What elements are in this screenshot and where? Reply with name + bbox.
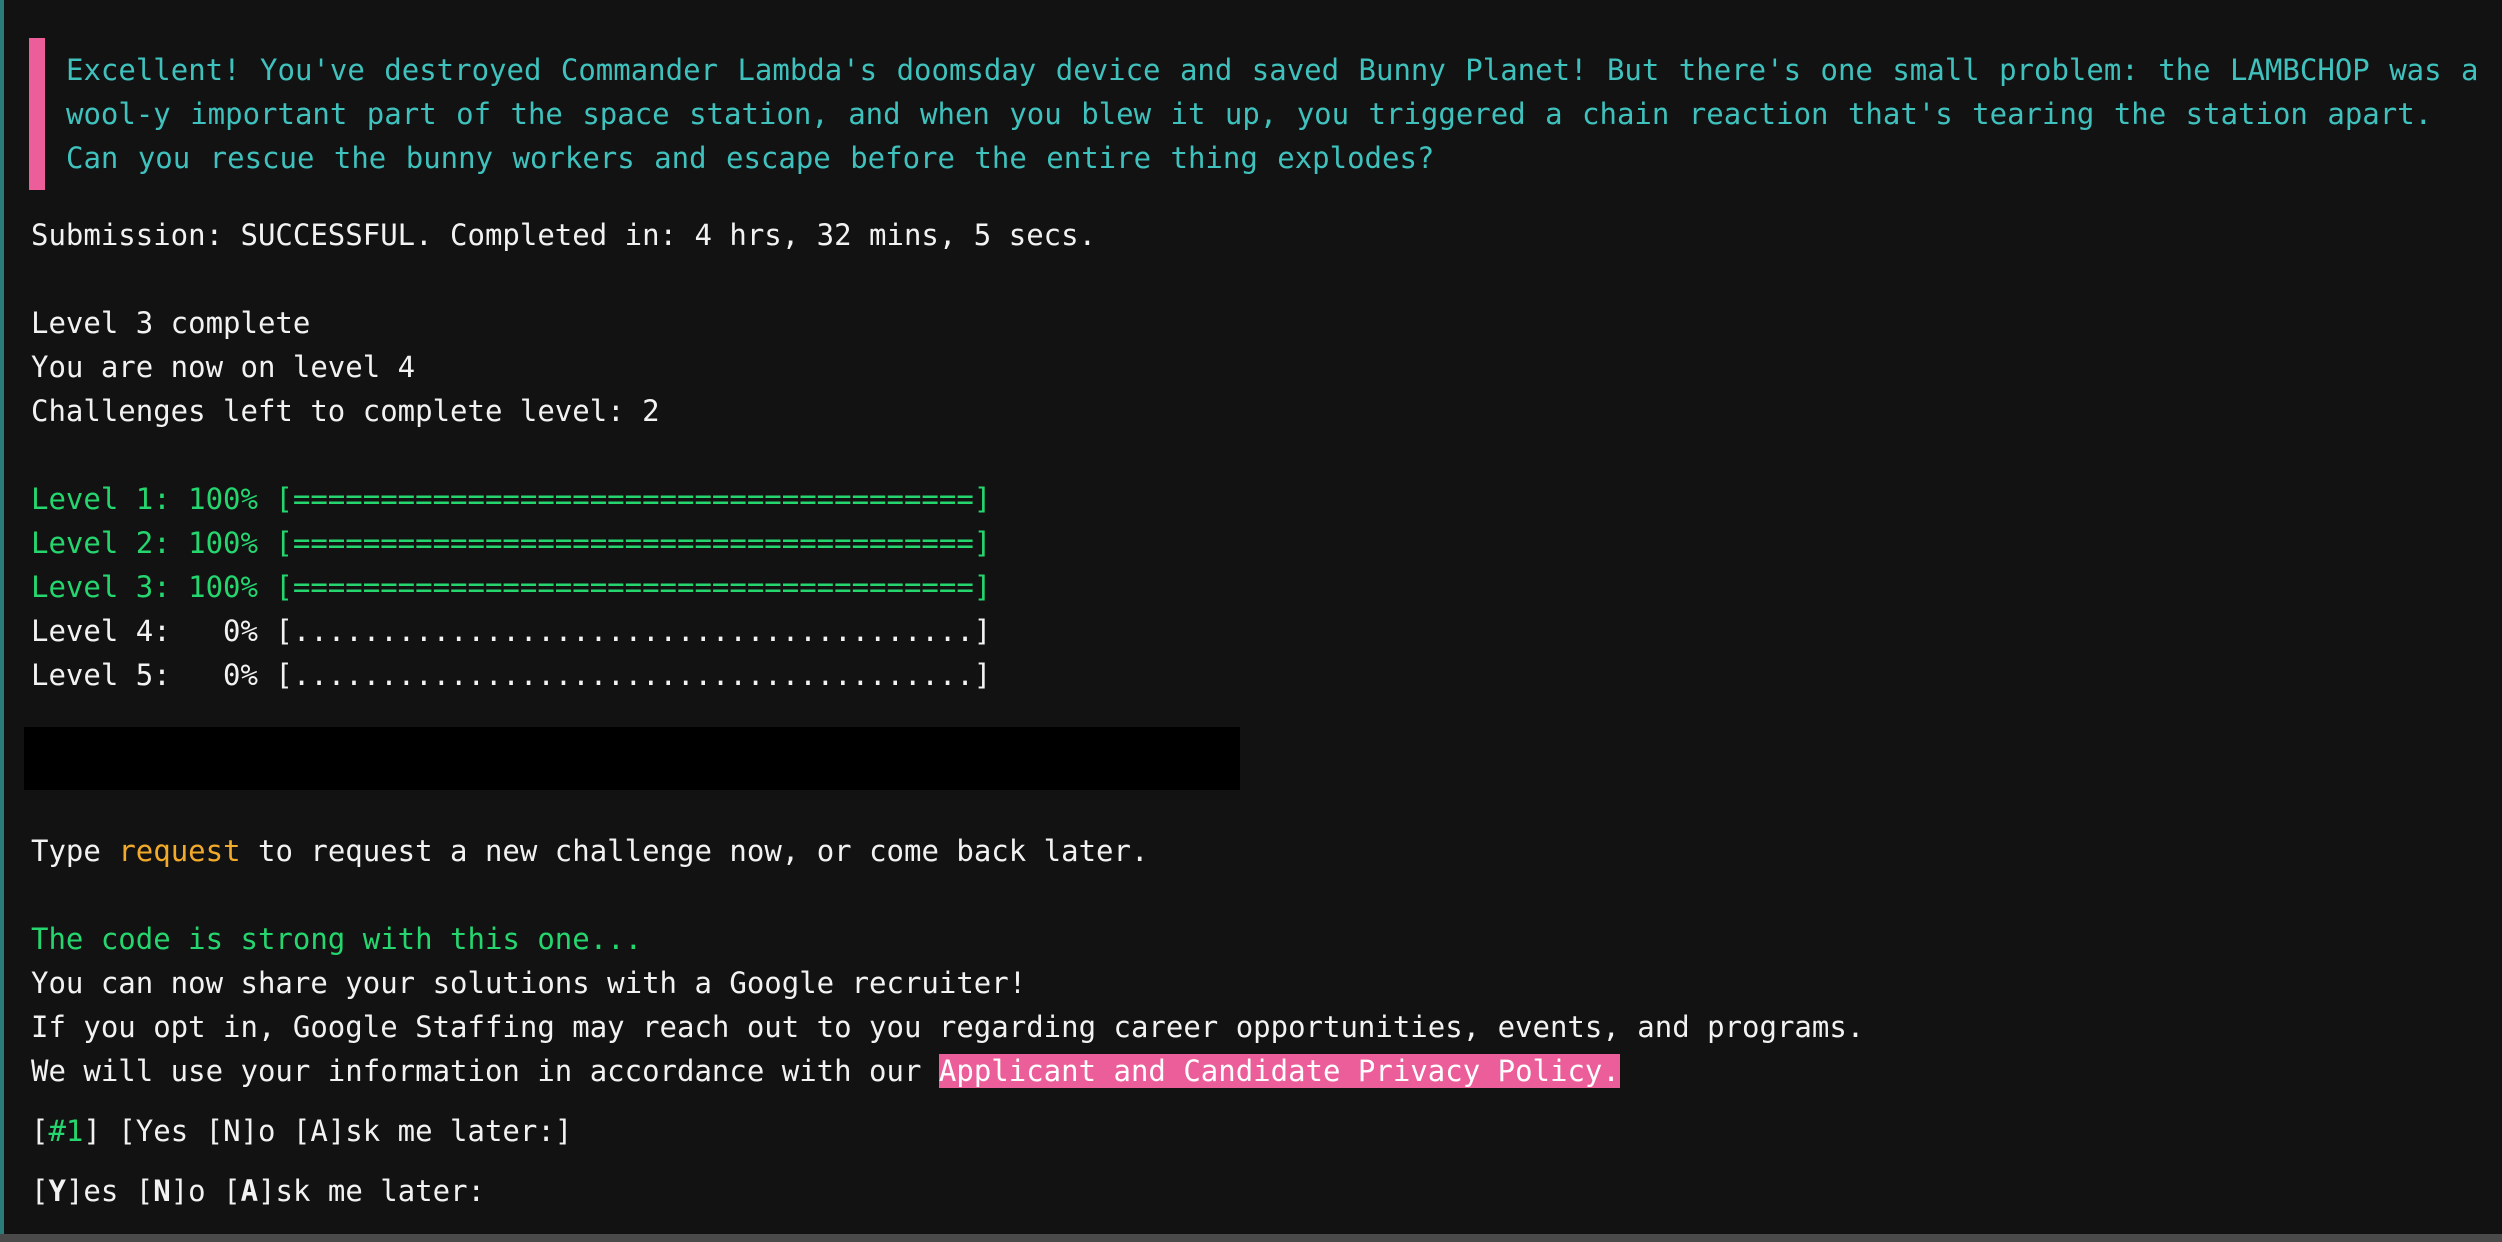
submission-status: Submission: SUCCESSFUL. Completed in: 4 … [31,218,1097,252]
optin-question: [#1] [Yes [N]o [A]sk me later:] [31,1109,572,1153]
recruit-share-text: You can now share your solutions with a … [31,966,1027,1000]
answer-prompt[interactable]: [Y]es [N]o [A]sk me later: [31,1169,485,1213]
privacy-policy-link[interactable]: Applicant and Candidate Privacy Policy. [938,1054,1620,1088]
progress-level-3: Level 3: 100% [=========================… [31,570,992,604]
redacted-block [24,727,1240,790]
challenges-left-text: Challenges left to complete level: 2 [31,394,660,428]
progress-level-4: Level 4: 0% [...........................… [31,614,992,648]
question-number: #1 [48,1114,84,1148]
request-instruction-after: to request a new challenge now, or come … [240,834,1149,868]
privacy-policy-prefix: We will use your information in accordan… [31,1054,939,1088]
blockquote-accent-bar [29,38,45,190]
current-level-text: You are now on level 4 [31,350,416,384]
answer-key-ask-later[interactable]: A [241,1174,258,1208]
story-text: Excellent! You've destroyed Commander La… [66,53,2479,175]
answer-key-yes[interactable]: Y [48,1174,65,1208]
recruit-optin-text: If you opt in, Google Staffing may reach… [31,1010,1865,1044]
answer-text-ask-later: ]sk me later: [258,1174,486,1208]
optin-question-open: [ [31,1114,49,1148]
recruit-tagline: The code is strong with this one... [31,922,643,956]
story-blockquote: Excellent! You've destroyed Commander La… [29,38,2479,190]
answer-text-yes: ]es [ [65,1174,154,1208]
answer-text-no: ]o [ [170,1174,241,1208]
terminal-bottom-border [0,1234,2502,1242]
request-instruction-before: Type [31,834,119,868]
terminal-left-border [0,0,4,1242]
progress-level-1: Level 1: 100% [=========================… [31,482,992,516]
progress-level-5: Level 5: 0% [...........................… [31,658,992,692]
optin-question-options: ] [Yes [N]o [A]sk me later:] [83,1114,573,1148]
progress-level-2: Level 2: 100% [=========================… [31,526,992,560]
answer-bracket-open: [ [31,1174,49,1208]
privacy-policy-line: We will use your information in accordan… [31,1049,1620,1093]
request-command-keyword: request [118,834,241,868]
answer-key-no[interactable]: N [153,1174,170,1208]
level-complete-text: Level 3 complete [31,306,311,340]
request-instruction: Type request to request a new challenge … [31,829,1148,873]
